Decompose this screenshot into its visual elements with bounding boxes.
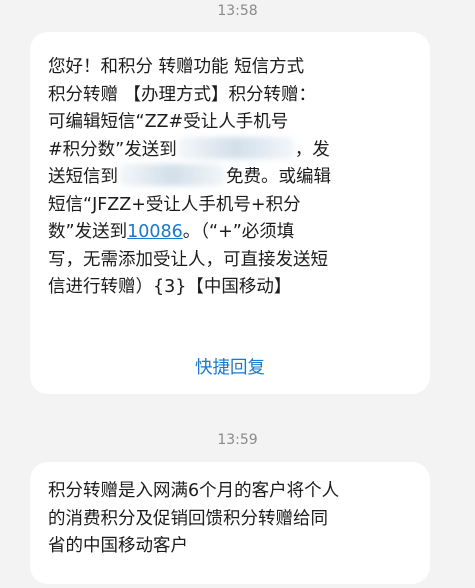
message-bubble[interactable]: 积分转赠是入网满6个月的客户将个人 的消费积分及促销回馈积分转赠给同 省的中国移… xyxy=(30,462,430,584)
quick-reply-button[interactable]: 快捷回复 xyxy=(30,354,430,379)
redacted-number xyxy=(176,136,295,159)
message-text: 积分转赠是入网满6个月的客户将个人 的消费积分及促销回馈积分转赠给同 省的中国移… xyxy=(48,481,340,556)
timestamp: 13:59 xyxy=(217,432,258,448)
message-bubble[interactable]: 您好！和积分 转赠功能 短信方式 积分转赠 【办理方式】积分转赠： 可编辑短信“… xyxy=(30,32,430,394)
message-text: 您好！和积分 转赠功能 短信方式 积分转赠 【办理方式】积分转赠： 可编辑短信“… xyxy=(48,57,331,297)
redacted-number xyxy=(118,164,226,186)
timestamp: 13:58 xyxy=(217,3,258,19)
phone-link[interactable]: 10086 xyxy=(127,222,183,242)
